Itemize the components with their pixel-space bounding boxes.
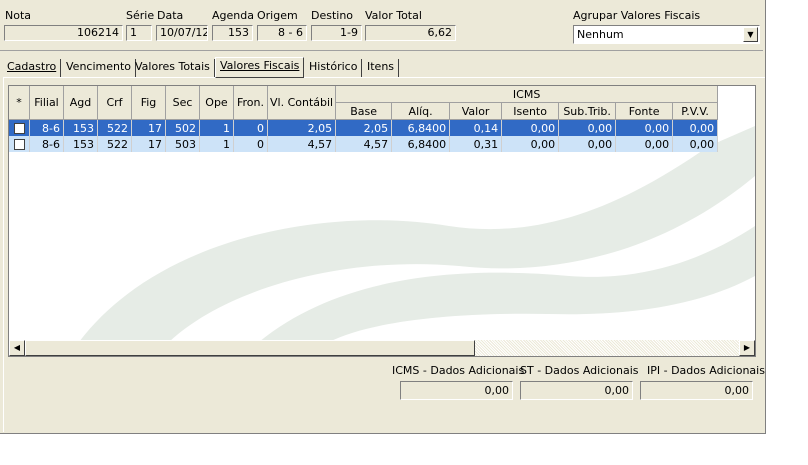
cell-fig: 17	[131, 119, 166, 136]
cell-aliq: 6,8400	[391, 136, 451, 152]
cell-crf: 522	[97, 119, 132, 136]
ipi-adicionais-label: IPI - Dados Adicionais	[647, 364, 765, 377]
cell-fonte: 0,00	[615, 119, 674, 136]
col-header[interactable]: Alíq.	[391, 102, 451, 120]
cell-vl-contabil: 4,57	[267, 136, 337, 152]
cell-sub-trib: 0,00	[558, 119, 617, 136]
cell-filial: 8-6	[29, 119, 64, 136]
valor-total-label: Valor Total	[365, 9, 422, 22]
destino-label: Destino	[311, 9, 354, 22]
icms-group-header: ICMS	[335, 86, 719, 103]
tab-label: Cadastro	[7, 60, 57, 73]
col-header[interactable]: Crf	[97, 86, 132, 120]
fiscal-grid[interactable]: * Filial Agd Crf Fig Sec Ope Fron. Vl. C…	[8, 85, 756, 357]
col-header[interactable]: Agd	[63, 86, 98, 120]
cell-fron: 0	[233, 136, 268, 152]
icms-adicionais-field[interactable]: 0,00	[400, 381, 513, 400]
cell-sec: 503	[165, 136, 200, 152]
cell-vl-contabil: 2,05	[267, 119, 337, 136]
cell-base: 2,05	[335, 119, 393, 136]
tab-vencimento[interactable]: Vencimento	[62, 59, 137, 77]
nota-label: Nota	[5, 9, 32, 22]
data-label: Data	[157, 9, 184, 22]
scroll-right-icon[interactable]: ▶	[739, 340, 755, 356]
valor-total-field[interactable]: 6,62	[365, 25, 456, 41]
cell-pvv: 0,00	[672, 136, 719, 152]
cell-agd: 153	[63, 119, 98, 136]
col-header[interactable]: Valor	[449, 102, 503, 120]
col-header[interactable]: Fig	[131, 86, 166, 120]
origem-field[interactable]: 8 - 6	[257, 25, 307, 41]
origem-label: Origem	[257, 9, 298, 22]
cell-aliq: 6,8400	[391, 119, 451, 136]
table-row[interactable]: 8-6 153 522 17 503 1 0 4,57 4,57 6,8400 …	[9, 136, 719, 152]
cell-fig: 17	[131, 136, 166, 152]
cell-isento: 0,00	[501, 136, 560, 152]
agrupar-select[interactable]: Nenhum ▼	[573, 25, 760, 44]
chevron-down-icon[interactable]: ▼	[743, 27, 758, 42]
ipi-adicionais-field[interactable]: 0,00	[640, 381, 753, 400]
cell-filial: 8-6	[29, 136, 64, 152]
destino-field[interactable]: 1-9	[311, 25, 362, 41]
col-header[interactable]: Base	[335, 102, 393, 120]
serie-label: Série	[126, 9, 155, 22]
agrupar-label: Agrupar Valores Fiscais	[573, 9, 701, 22]
row-checkbox-cell[interactable]	[9, 119, 30, 136]
cell-ope: 1	[199, 136, 234, 152]
cell-valor: 0,31	[449, 136, 503, 152]
icms-adicionais-label: ICMS - Dados Adicionais	[392, 364, 525, 377]
cell-ope: 1	[199, 119, 234, 136]
scroll-track[interactable]	[475, 340, 739, 356]
tab-label: Itens	[367, 60, 395, 73]
tab-valores-totais[interactable]: Valores Totais	[131, 59, 215, 77]
serie-field[interactable]: 1	[126, 25, 152, 41]
horizontal-scrollbar[interactable]: ◀ ▶	[9, 340, 755, 356]
main-panel: Nota 106214 Série 1 Data 10/07/12 Agenda…	[0, 0, 766, 434]
st-adicionais-field[interactable]: 0,00	[520, 381, 633, 400]
cell-sub-trib: 0,00	[558, 136, 617, 152]
agenda-field[interactable]: 153	[212, 25, 253, 41]
row-checkbox[interactable]	[13, 123, 25, 134]
fiscal-table: * Filial Agd Crf Fig Sec Ope Fron. Vl. C…	[9, 86, 719, 152]
agenda-label: Agenda	[212, 9, 254, 22]
col-header[interactable]: Sub.Trib.	[558, 102, 617, 120]
tab-historico[interactable]: Histórico	[305, 59, 363, 77]
cell-pvv: 0,00	[672, 119, 719, 136]
row-checkbox[interactable]	[13, 139, 25, 150]
cell-fonte: 0,00	[615, 136, 674, 152]
scroll-left-icon[interactable]: ◀	[9, 340, 25, 356]
col-header[interactable]: Isento	[501, 102, 560, 120]
tab-label: Histórico	[309, 60, 358, 73]
tab-cadastro[interactable]: Cadastro	[3, 59, 62, 77]
table-row[interactable]: 8-6 153 522 17 502 1 0 2,05 2,05 6,8400 …	[9, 119, 719, 136]
cell-fron: 0	[233, 119, 268, 136]
tab-itens[interactable]: Itens	[363, 59, 400, 77]
tab-label: Valores Totais	[135, 60, 210, 73]
tab-valores-fiscais[interactable]: Valores Fiscais	[215, 57, 305, 78]
col-header[interactable]: Sec	[165, 86, 200, 120]
col-header[interactable]: Ope	[199, 86, 234, 120]
col-header[interactable]: P.V.V.	[672, 102, 719, 120]
agrupar-value: Nenhum	[577, 28, 624, 41]
nota-field[interactable]: 106214	[4, 25, 123, 41]
col-header[interactable]: Fron.	[233, 86, 268, 120]
tab-label: Valores Fiscais	[220, 59, 300, 72]
col-header[interactable]: Fonte	[615, 102, 674, 120]
col-header[interactable]: *	[9, 86, 30, 120]
scroll-thumb[interactable]	[25, 340, 475, 356]
data-field[interactable]: 10/07/12	[156, 25, 208, 41]
cell-agd: 153	[63, 136, 98, 152]
row-checkbox-cell[interactable]	[9, 136, 30, 152]
st-adicionais-label: ST - Dados Adicionais	[520, 364, 639, 377]
col-header[interactable]: Vl. Contábil	[267, 86, 337, 120]
tab-label: Vencimento	[66, 60, 132, 73]
col-header[interactable]: Filial	[29, 86, 64, 120]
cell-sec: 502	[165, 119, 200, 136]
cell-valor: 0,14	[449, 119, 503, 136]
cell-isento: 0,00	[501, 119, 560, 136]
cell-crf: 522	[97, 136, 132, 152]
cell-base: 4,57	[335, 136, 393, 152]
